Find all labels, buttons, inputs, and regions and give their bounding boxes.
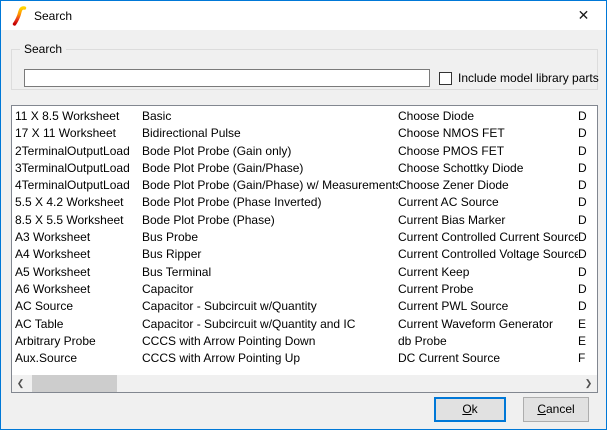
list-item-col2: CCCS with Arrow Pointing Up bbox=[142, 350, 398, 367]
list-item-col1: AC Source bbox=[15, 298, 142, 315]
search-input[interactable] bbox=[24, 69, 430, 87]
list-item-col4-truncated: F bbox=[578, 350, 597, 367]
list-item-col2: Bode Plot Probe (Phase) bbox=[142, 212, 398, 229]
list-item-col2: Bus Probe bbox=[142, 229, 398, 246]
scroll-left-button[interactable]: ❮ bbox=[12, 375, 29, 392]
list-item-col3: Choose Diode bbox=[398, 108, 578, 125]
list-item-col4-truncated: D bbox=[578, 229, 597, 246]
search-dialog: Search ✕ Search Include model library pa… bbox=[0, 0, 607, 430]
list-item-col2: Bode Plot Probe (Phase Inverted) bbox=[142, 194, 398, 211]
list-item-col3: Current Keep bbox=[398, 264, 578, 281]
list-item-col4-truncated: D bbox=[578, 194, 597, 211]
list-item-col1: 17 X 11 Worksheet bbox=[15, 125, 142, 142]
list-item-col4-truncated: D bbox=[578, 177, 597, 194]
list-item[interactable]: A6 Worksheet Capacitor Current Probe D bbox=[12, 281, 597, 298]
list-item-col1: A3 Worksheet bbox=[15, 229, 142, 246]
list-item-col1: 5.5 X 4.2 Worksheet bbox=[15, 194, 142, 211]
list-item-col4-truncated: D bbox=[578, 125, 597, 142]
ok-button[interactable]: Ok bbox=[434, 397, 506, 422]
list-item-col4-truncated: D bbox=[578, 264, 597, 281]
search-groupbox: Search Include model library parts bbox=[11, 49, 598, 90]
list-item-col2: Bode Plot Probe (Gain only) bbox=[142, 143, 398, 160]
parts-list-container: 11 X 8.5 Worksheet Basic Choose Diode D … bbox=[11, 105, 598, 393]
chevron-left-icon: ❮ bbox=[17, 378, 25, 389]
include-model-library-checkbox[interactable] bbox=[439, 72, 452, 85]
list-item-col2: Bode Plot Probe (Gain/Phase) bbox=[142, 160, 398, 177]
scroll-right-button[interactable]: ❯ bbox=[580, 375, 597, 392]
list-item-col4-truncated: D bbox=[578, 143, 597, 160]
titlebar: Search ✕ bbox=[1, 1, 606, 30]
list-item-col3: Current Bias Marker bbox=[398, 212, 578, 229]
scrollbar-track[interactable] bbox=[29, 375, 580, 392]
list-item-col2: Capacitor - Subcircuit w/Quantity bbox=[142, 298, 398, 315]
list-item-col2: Bus Terminal bbox=[142, 264, 398, 281]
list-item-col3: Choose Zener Diode bbox=[398, 177, 578, 194]
window-title: Search bbox=[34, 9, 72, 23]
list-item-col4-truncated: D bbox=[578, 212, 597, 229]
list-item-col1: 3TerminalOutputLoad bbox=[15, 160, 142, 177]
list-item-col2: Bus Ripper bbox=[142, 246, 398, 263]
list-item-col2: Capacitor bbox=[142, 281, 398, 298]
list-item-col3: db Probe bbox=[398, 333, 578, 350]
list-item-col1: Arbitrary Probe bbox=[15, 333, 142, 350]
app-logo-icon bbox=[12, 6, 27, 26]
list-item-col1: A6 Worksheet bbox=[15, 281, 142, 298]
list-item-col4-truncated: E bbox=[578, 333, 597, 350]
list-item-col3: Current PWL Source bbox=[398, 298, 578, 315]
list-item-col2: Basic bbox=[142, 108, 398, 125]
list-item-col4-truncated: D bbox=[578, 281, 597, 298]
list-item[interactable]: A3 Worksheet Bus Probe Current Controlle… bbox=[12, 229, 597, 246]
list-item-col3: Choose NMOS FET bbox=[398, 125, 578, 142]
horizontal-scrollbar: ❮ ❯ bbox=[12, 375, 597, 392]
list-item-col4-truncated: D bbox=[578, 108, 597, 125]
list-item-col2: Capacitor - Subcircuit w/Quantity and IC bbox=[142, 316, 398, 333]
list-item[interactable]: 5.5 X 4.2 Worksheet Bode Plot Probe (Pha… bbox=[12, 194, 597, 211]
list-item-col4-truncated: E bbox=[578, 316, 597, 333]
list-item[interactable]: 11 X 8.5 Worksheet Basic Choose Diode D bbox=[12, 108, 597, 125]
list-item[interactable]: Arbitrary Probe CCCS with Arrow Pointing… bbox=[12, 333, 597, 350]
close-button[interactable]: ✕ bbox=[561, 1, 606, 30]
search-group-label: Search bbox=[20, 42, 66, 56]
list-item-col3: Choose Schottky Diode bbox=[398, 160, 578, 177]
list-item-col3: Current Controlled Voltage Source bbox=[398, 246, 578, 263]
list-item-col4-truncated: D bbox=[578, 298, 597, 315]
scrollbar-thumb[interactable] bbox=[32, 375, 117, 392]
list-item-col1: AC Table bbox=[15, 316, 142, 333]
list-item-col3: Current Controlled Current Source bbox=[398, 229, 578, 246]
list-item-col2: CCCS with Arrow Pointing Down bbox=[142, 333, 398, 350]
list-item-col1: A4 Worksheet bbox=[15, 246, 142, 263]
list-item-col1: 8.5 X 5.5 Worksheet bbox=[15, 212, 142, 229]
close-icon: ✕ bbox=[578, 7, 590, 24]
list-item-col1: 4TerminalOutputLoad bbox=[15, 177, 142, 194]
list-item-col3: DC Current Source bbox=[398, 350, 578, 367]
chevron-right-icon: ❯ bbox=[585, 378, 593, 389]
list-item-col3: Current Probe bbox=[398, 281, 578, 298]
list-item[interactable]: 3TerminalOutputLoad Bode Plot Probe (Gai… bbox=[12, 160, 597, 177]
list-item[interactable]: 4TerminalOutputLoad Bode Plot Probe (Gai… bbox=[12, 177, 597, 194]
include-model-library-label: Include model library parts bbox=[458, 71, 599, 85]
list-item[interactable]: AC Table Capacitor - Subcircuit w/Quanti… bbox=[12, 316, 597, 333]
list-item-col1: A5 Worksheet bbox=[15, 264, 142, 281]
list-item-col2: Bode Plot Probe (Gain/Phase) w/ Measurem… bbox=[142, 177, 398, 194]
list-item[interactable]: AC Source Capacitor - Subcircuit w/Quant… bbox=[12, 298, 597, 315]
cancel-button[interactable]: Cancel bbox=[523, 397, 589, 422]
list-item[interactable]: 17 X 11 Worksheet Bidirectional Pulse Ch… bbox=[12, 125, 597, 142]
list-item-col4-truncated: D bbox=[578, 160, 597, 177]
list-item-col1: 11 X 8.5 Worksheet bbox=[15, 108, 142, 125]
list-item[interactable]: 2TerminalOutputLoad Bode Plot Probe (Gai… bbox=[12, 143, 597, 160]
parts-list: 11 X 8.5 Worksheet Basic Choose Diode D … bbox=[12, 108, 597, 367]
list-item-col2: Bidirectional Pulse bbox=[142, 125, 398, 142]
list-item-col1: Aux.Source bbox=[15, 350, 142, 367]
list-item[interactable]: Aux.Source CCCS with Arrow Pointing Up D… bbox=[12, 350, 597, 367]
list-item[interactable]: A4 Worksheet Bus Ripper Current Controll… bbox=[12, 246, 597, 263]
list-item-col4-truncated: D bbox=[578, 246, 597, 263]
list-item[interactable]: A5 Worksheet Bus Terminal Current Keep D bbox=[12, 264, 597, 281]
list-item-col3: Choose PMOS FET bbox=[398, 143, 578, 160]
list-item-col1: 2TerminalOutputLoad bbox=[15, 143, 142, 160]
list-item[interactable]: 8.5 X 5.5 Worksheet Bode Plot Probe (Pha… bbox=[12, 212, 597, 229]
list-item-col3: Current AC Source bbox=[398, 194, 578, 211]
list-item-col3: Current Waveform Generator bbox=[398, 316, 578, 333]
